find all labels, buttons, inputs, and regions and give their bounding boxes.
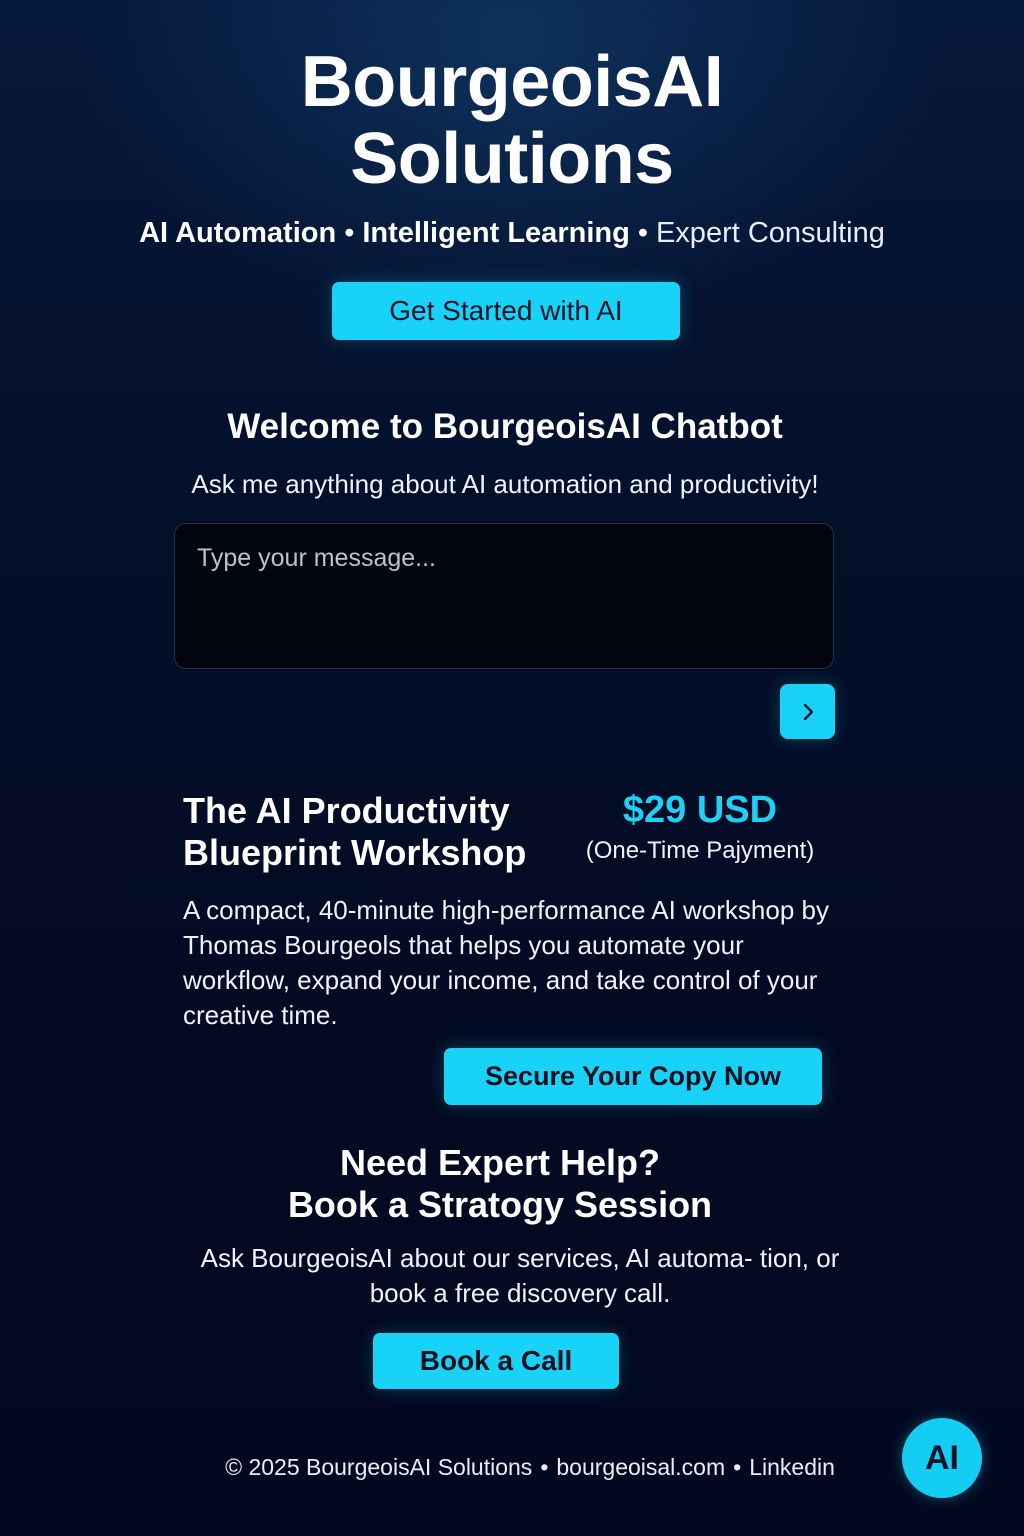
strategy-description: Ask BourgeoisAI about our services, AI a…: [200, 1243, 840, 1308]
strategy-title-line2: Book a Stratogy Session: [287, 1184, 713, 1225]
secure-copy-button[interactable]: Secure Your Copy Now: [444, 1048, 822, 1105]
book-call-button[interactable]: Book a Call: [373, 1333, 619, 1389]
send-message-button[interactable]: [780, 684, 835, 739]
tagline-item-learning: Intelligent Learning: [362, 217, 630, 249]
footer-linkedin-link[interactable]: Linkedin: [749, 1454, 835, 1480]
get-started-button[interactable]: Get Started with AI: [332, 282, 680, 340]
footer-separator: •: [540, 1454, 549, 1480]
footer-copyright: © 2025 BourgeoisAI Solutions: [225, 1454, 533, 1480]
workshop-title-line2: Blueprint Workshop: [183, 832, 527, 873]
strategy-title: Need Expert Help? Book a Stratogy Sessio…: [0, 1142, 1000, 1226]
workshop-price: $29 USD: [622, 789, 778, 831]
hero-tagline: AI Automation • Intelligent Learning • Exper…: [0, 214, 1024, 252]
tagline-item-consulting: Expert Consulting: [655, 217, 885, 249]
footer-separator: •: [733, 1454, 742, 1480]
chat-message-input[interactable]: [174, 523, 834, 669]
footer: © 2025 BourgeoisAI Solutions • bourgeoisal…: [180, 1450, 880, 1484]
workshop-title-line1: The AI Productivity: [183, 790, 510, 831]
chevron-right-icon: [803, 703, 813, 720]
workshop-title: The AI Productivity Blueprint Workshop: [183, 790, 563, 874]
tagline-separator: •: [637, 217, 648, 249]
workshop-description: A compact, 40-minute high-performance AI…: [183, 895, 829, 1030]
ai-chat-badge[interactable]: AI: [902, 1418, 982, 1498]
chatbot-title: Welcome to BourgeoisAI Chatbot: [227, 407, 783, 446]
brand-title-line2: Solutions: [350, 119, 674, 199]
tagline-item-automation: AI Automation: [139, 217, 337, 249]
strategy-title-line1: Need Expert Help?: [339, 1142, 661, 1183]
brand-title-line1: BourgeoisAI: [300, 42, 724, 122]
tagline-separator: •: [344, 217, 355, 249]
footer-website-link[interactable]: bourgeoisal.com: [556, 1454, 725, 1480]
chatbot-subtitle: Ask me anything about AI automation and …: [191, 469, 819, 499]
workshop-price-note: (One-Time Pajyment): [585, 837, 815, 864]
brand-title: BourgeoisAI Solutions: [0, 44, 1024, 198]
